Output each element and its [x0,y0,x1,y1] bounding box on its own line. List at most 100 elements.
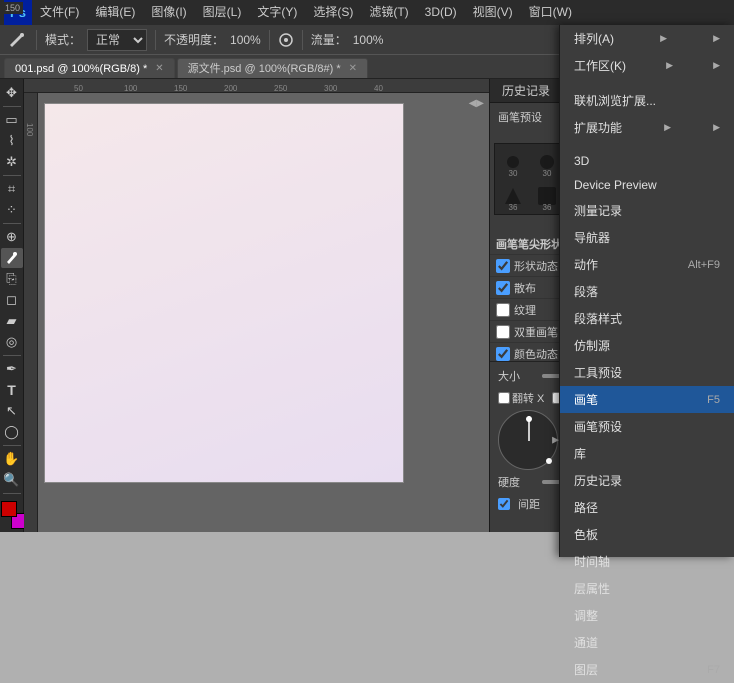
tool-stamp[interactable]: ⎘ [1,269,23,289]
roundness-dot[interactable] [546,458,552,464]
menu-paths[interactable]: 路径 [560,494,734,521]
sep2 [155,30,156,50]
menu-brush-panel[interactable]: 画笔 F5 [560,386,734,413]
tool-eraser[interactable]: ◻ [1,290,23,310]
menu-simulate[interactable]: 仿制源 [560,332,734,359]
ruler-mark-100: 100 [124,84,137,93]
menu-layer[interactable]: 图层(L) [195,0,250,25]
left-toolbar: ✥ ▭ ⌇ ✲ ⌗ ⁘ ⊕ ⎘ ◻ ▰ ◎ ✒ T ↖ ◯ ✋ 🔍 [0,79,24,532]
menu-measure[interactable]: 测量记录 [560,197,734,224]
menu-text[interactable]: 文字(Y) [249,0,305,25]
menu-browse[interactable]: 联机浏览扩展... [560,87,734,114]
scatter-check[interactable] [496,281,510,295]
sep1 [36,30,37,50]
menu-image[interactable]: 图像(I) [143,0,194,25]
tool-zoom[interactable]: 🔍 [1,470,23,490]
menu-extensions-label: 扩展功能 [574,119,622,136]
flow-label: 流量： [311,31,347,48]
menu-file[interactable]: 文件(F) [32,0,87,25]
dual-brush-check[interactable] [496,325,510,339]
menu-para-style[interactable]: 段落样式 [560,305,734,332]
menu-3d-label: 3D [574,154,589,168]
window-dropdown-menu: 排列(A) ▶ 工作区(K) ▶ 联机浏览扩展... 扩展功能 ▶ 3D Dev… [559,25,734,557]
menu-filter[interactable]: 滤镜(T) [361,0,416,25]
hardness-label: 硬度 [498,474,538,490]
color-dynamics-check[interactable] [496,347,510,361]
foreground-color-swatch[interactable] [1,501,17,517]
menu-navigator[interactable]: 导航器 [560,224,734,251]
tool-blur[interactable]: ◎ [1,332,23,352]
tool-shape[interactable]: ◯ [1,422,23,442]
menu-select[interactable]: 选择(S) [305,0,361,25]
brush-preset-7[interactable]: 36 [497,180,529,212]
menu-adjustments-label: 调整 [574,607,598,624]
menu-extensions[interactable]: 扩展功能 ▶ [560,114,734,141]
tab-001[interactable]: 001.psd @ 100%(RGB/8) * ✕ [4,58,175,78]
menu-paths-label: 路径 [574,499,598,516]
tab-source-close[interactable]: ✕ [349,59,357,79]
menu-brush-presets-item[interactable]: 画笔预设 [560,413,734,440]
brush-preset-1[interactable]: 30 [497,146,529,178]
menu-window[interactable]: 窗口(W) [521,0,580,25]
menu-3d[interactable]: 3D(D) [417,0,465,25]
tab-source[interactable]: 源文件.psd @ 100%(RGB/8#) * ✕ [177,58,368,78]
menu-view[interactable]: 视图(V) [465,0,521,25]
ruler-v-mark: 100 [25,123,34,136]
tool-lasso[interactable]: ⌇ [1,131,23,151]
canvas-document [44,103,404,483]
shape-dynamics-check[interactable] [496,259,510,273]
tool-pen[interactable]: ✒ [1,359,23,379]
tool-magic-wand[interactable]: ✲ [1,152,23,172]
canvas-scroll[interactable]: 100 ◀▶ [24,93,489,532]
mode-dropdown[interactable]: 正常 [87,29,147,51]
menu-channels-label: 通道 [574,634,598,651]
menu-tool-presets-label: 工具预设 [574,364,622,381]
tool-crop[interactable]: ⌗ [1,179,23,199]
menu-measure-label: 测量记录 [574,202,622,219]
menu-edit[interactable]: 编辑(E) [87,0,143,25]
menu-actions[interactable]: 动作 Alt+F9 [560,251,734,278]
tab-001-close[interactable]: ✕ [155,59,163,79]
menu-history-item[interactable]: 历史记录 [560,467,734,494]
menu-device-preview[interactable]: Device Preview [560,173,734,197]
menu-adjustments[interactable]: 调整 [560,602,734,629]
menu-libraries[interactable]: 库 [560,440,734,467]
menu-layer-group[interactable]: 图层 F7 [560,656,734,683]
texture-check[interactable] [496,303,510,317]
angle-wheel[interactable]: ▶ [498,410,558,470]
tool-eyedropper[interactable]: ⁘ [1,200,23,220]
menu-paragraph-label: 段落 [574,283,598,300]
tool-marquee[interactable]: ▭ [1,110,23,130]
spacing-check[interactable] [498,498,510,510]
ruler-mark-250: 250 [274,84,287,93]
tool-brush[interactable] [1,248,23,268]
ruler-mark-50: 50 [74,84,83,93]
brush-tool-icon[interactable] [6,29,28,51]
tool-type[interactable]: T [1,380,23,400]
panel-tab-history[interactable]: 历史记录 [490,79,563,102]
mode-label: 模式： [45,31,81,48]
tool-hand[interactable]: ✋ [1,449,23,469]
panel-resize-arrow[interactable]: ◀▶ [469,98,484,109]
tool-heal[interactable]: ⊕ [1,227,23,247]
tool-gradient[interactable]: ▰ [1,311,23,331]
tool-move[interactable]: ✥ [1,83,23,103]
menu-brush-panel-label: 画笔 [574,391,598,408]
menu-timeline[interactable]: 时间轴 [560,548,734,575]
tool-path-select[interactable]: ↖ [1,401,23,421]
menu-workspace-label: 工作区(K) [574,57,626,74]
horizontal-ruler: 50 100 150 200 250 300 40 [24,79,489,93]
menu-tool-presets[interactable]: 工具预设 [560,359,734,386]
menu-actions-label: 动作 [574,256,598,273]
menu-paragraph[interactable]: 段落 [560,278,734,305]
menu-color-panel[interactable]: 色板 [560,521,734,548]
menu-3d[interactable]: 3D [560,149,734,173]
ruler-mark-150: 150 [174,84,187,93]
menu-workspace-arrow: ▶ [666,60,673,71]
angle-dot [526,416,532,422]
menu-arrange[interactable]: 排列(A) ▶ [560,25,734,52]
menu-channels[interactable]: 通道 [560,629,734,656]
flip-x-check[interactable] [498,392,510,404]
menu-layers-props[interactable]: 层属性 [560,575,734,602]
menu-workspace[interactable]: 工作区(K) ▶ [560,52,734,79]
